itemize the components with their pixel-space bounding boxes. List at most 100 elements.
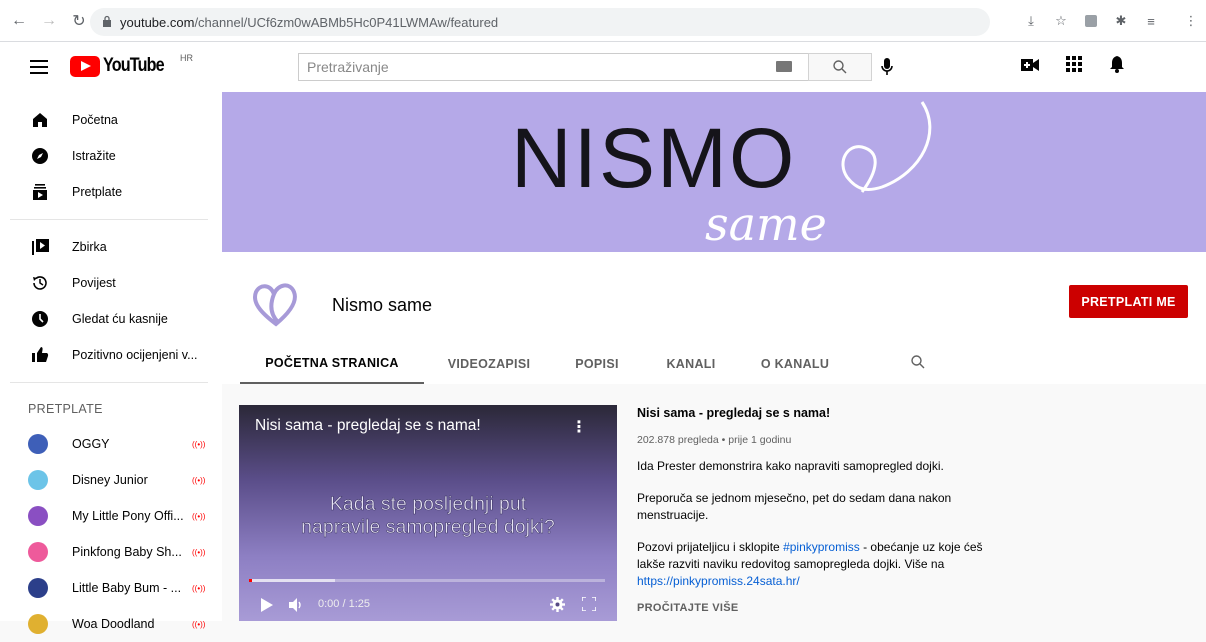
video-description: Ida Prester demonstrira kako napraviti s… [637, 458, 997, 590]
sidebar-item-history[interactable]: Povijest [0, 265, 222, 301]
subscription-oggy[interactable]: OGGY ((•)) [0, 426, 222, 462]
subscription-name: Disney Junior [72, 473, 148, 487]
browser-toolbar: ← → ↻ youtube.com/channel/UCf6zm0wABMb5H… [0, 0, 1206, 42]
video-title[interactable]: Nisi sama - pregledaj se s nama! [637, 406, 997, 420]
subscription-little-baby-bum[interactable]: Little Baby Bum - ... ((•)) [0, 570, 222, 606]
fullscreen-icon[interactable] [582, 597, 596, 611]
apps-grid-icon[interactable] [1066, 56, 1082, 72]
pdf-extension-icon[interactable] [1076, 11, 1106, 31]
bookmark-star-icon[interactable]: ☆ [1046, 11, 1076, 31]
sidebar-item-library[interactable]: Zbirka [0, 229, 222, 265]
progress-bar[interactable] [249, 579, 605, 582]
youtube-play-icon [70, 55, 100, 77]
thumbs-up-icon [32, 347, 49, 362]
sidebar-item-explore[interactable]: Istražite [0, 138, 222, 174]
progress-played [249, 579, 252, 582]
tab-home[interactable]: POČETNA STRANICA [240, 344, 424, 384]
create-video-icon[interactable] [1021, 58, 1039, 72]
tab-about[interactable]: O KANALU [742, 344, 848, 384]
live-icon: ((•)) [192, 583, 206, 593]
keyboard-icon[interactable] [776, 61, 792, 72]
sidebar-divider [10, 382, 208, 383]
back-icon[interactable]: ← [8, 10, 30, 32]
external-link[interactable]: https://pinkypromiss.24sata.hr/ [637, 574, 800, 588]
video-player[interactable]: Nisi sama - pregledaj se s nama! ⋮ Kada … [239, 405, 617, 621]
youtube-logo[interactable]: YouTube HR [70, 53, 193, 77]
reload-icon[interactable]: ↻ [68, 10, 90, 32]
hamburger-icon[interactable] [30, 60, 48, 74]
subscription-name: Little Baby Bum - ... [72, 581, 182, 595]
menu-dots-icon[interactable]: ⋮ [1176, 11, 1206, 31]
avatar [28, 434, 48, 454]
install-icon[interactable]: ⤓ [1016, 11, 1046, 31]
play-icon[interactable] [261, 598, 273, 612]
extensions-icon[interactable]: ✱ [1106, 11, 1136, 31]
more-options-icon[interactable]: ⋮ [571, 417, 587, 437]
sidebar-item-label: Pretplate [72, 185, 123, 199]
hashtag-link[interactable]: #pinkypromiss [783, 540, 860, 554]
notifications-bell-icon[interactable] [1110, 56, 1124, 73]
channel-search-icon[interactable] [910, 354, 926, 370]
channel-avatar[interactable] [240, 268, 312, 340]
channel-tabs: POČETNA STRANICA VIDEOZAPISI POPISI KANA… [240, 344, 848, 384]
featured-section: Nisi sama - pregledaj se s nama! ⋮ Kada … [222, 384, 1206, 621]
video-overlay-text: Kada ste posljednji put napravile samopr… [239, 493, 617, 539]
lock-icon [103, 15, 111, 27]
tab-channels[interactable]: KANALI [640, 344, 742, 384]
logo-text: YouTube [103, 55, 165, 76]
search-button[interactable] [808, 53, 872, 81]
subscription-woa-doodland[interactable]: Woa Doodland ((•)) [0, 606, 222, 642]
sidebar-item-label: Povijest [72, 276, 116, 290]
subscription-name: My Little Pony Offi... [72, 509, 184, 523]
clock-icon [32, 311, 48, 327]
reading-list-icon[interactable]: ≡ [1136, 11, 1166, 31]
sidebar-item-watch-later[interactable]: Gledat ću kasnije [0, 301, 222, 337]
search-box [298, 53, 872, 81]
avatar [28, 506, 48, 526]
sidebar: Početna Istražite Pretplate Zbirka Povij… [0, 92, 222, 634]
avatar [28, 470, 48, 490]
address-bar[interactable]: youtube.com/channel/UCf6zm0wABMb5Hc0P41L… [90, 8, 990, 36]
banner-script: same [705, 197, 827, 251]
subscription-name: OGGY [72, 437, 110, 451]
tab-videos[interactable]: VIDEOZAPISI [424, 344, 554, 384]
subscription-name: Woa Doodland [72, 617, 155, 631]
video-meta: 202.878 pregleda • prije 1 godinu [637, 434, 792, 446]
sidebar-divider [10, 219, 208, 220]
url-host: youtube.com [120, 14, 195, 30]
subscription-my-little-pony[interactable]: My Little Pony Offi... ((•)) [0, 498, 222, 534]
description-paragraph: Preporuča se jednom mjesečno, pet do sed… [637, 491, 952, 522]
read-more-button[interactable]: PROČITAJTE VIŠE [637, 602, 837, 614]
compass-icon [32, 148, 48, 164]
channel-banner: NISMO same [222, 92, 1206, 252]
sidebar-item-label: Početna [72, 113, 118, 127]
sidebar-item-home[interactable]: Početna [0, 102, 222, 138]
video-info: Nisi sama - pregledaj se s nama! 202.878… [637, 406, 997, 602]
live-icon: ((•)) [192, 547, 206, 557]
sidebar-item-liked-videos[interactable]: Pozitivno ocijenjeni v... [0, 337, 222, 373]
heart-logo-icon [253, 283, 297, 327]
avatar [28, 614, 48, 634]
sidebar-item-label: Zbirka [72, 240, 107, 254]
live-icon: ((•)) [192, 475, 206, 485]
sidebar-item-label: Gledat ću kasnije [72, 312, 168, 326]
progress-buffer [249, 579, 335, 582]
microphone-icon[interactable] [881, 58, 893, 76]
volume-icon[interactable] [289, 598, 303, 612]
url-path: /channel/UCf6zm0wABMb5Hc0P41LWMAw/featur… [194, 14, 499, 30]
banner-heart-swirl: same [705, 101, 932, 251]
channel-name: Nismo same [332, 295, 433, 315]
channel-header: Nismo same PRETPLATI ME POČETNA STRANICA… [222, 252, 1206, 384]
tab-playlists[interactable]: POPISI [554, 344, 640, 384]
subscribe-button[interactable]: PRETPLATI ME [1069, 285, 1188, 318]
player-title[interactable]: Nisi sama - pregledaj se s nama! [255, 417, 481, 435]
sidebar-item-subscriptions[interactable]: Pretplate [0, 174, 222, 210]
subscription-disney-junior[interactable]: Disney Junior ((•)) [0, 462, 222, 498]
search-input[interactable] [298, 53, 808, 81]
subscription-pinkfong[interactable]: Pinkfong Baby Sh... ((•)) [0, 534, 222, 570]
subscriptions-icon [33, 184, 47, 200]
description-paragraph: Pozovi prijateljicu i sklopite #pinkypro… [637, 539, 997, 590]
country-code: HR [180, 53, 193, 63]
forward-icon[interactable]: → [38, 10, 60, 32]
settings-gear-icon[interactable] [550, 597, 565, 612]
